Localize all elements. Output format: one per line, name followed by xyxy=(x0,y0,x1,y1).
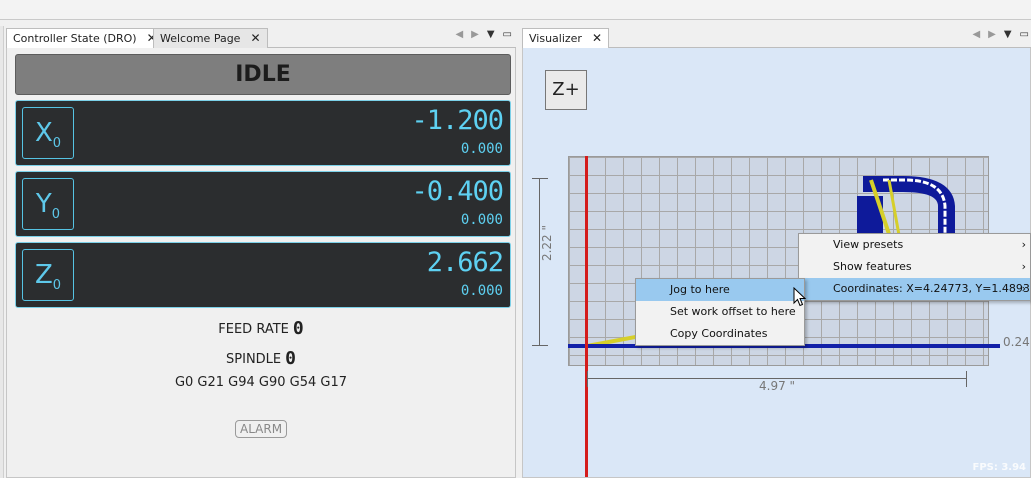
height-dimension-line xyxy=(532,178,548,346)
axis-index: 0 xyxy=(52,136,62,151)
z-plus-view-button[interactable]: Z+ xyxy=(545,70,587,110)
axis-letter: Z xyxy=(34,260,53,290)
axis-x-machine-position: -1.200 xyxy=(411,105,504,136)
tab-label: Controller State (DRO) xyxy=(13,32,137,45)
menu-item-view-presets[interactable]: View presets › xyxy=(799,234,1030,256)
visualizer-context-menu: View presets › Show features › Coordinates… xyxy=(798,233,1031,301)
alarm-badge: ALARM xyxy=(235,420,288,438)
menu-item-label: Show features xyxy=(833,260,912,273)
close-icon[interactable]: ✕ xyxy=(592,31,602,45)
scroll-left-icon[interactable]: ◀ xyxy=(455,29,463,40)
axis-row-z: Z0 2.662 0.000 xyxy=(15,242,511,308)
panel-menu-icon[interactable]: ▼ xyxy=(487,29,495,40)
left-tab-bar: Controller State (DRO) ✕ Welcome Page ✕ ◀ ▶… xyxy=(6,26,516,49)
axis-index: 0 xyxy=(51,207,61,222)
scroll-left-icon[interactable]: ◀ xyxy=(972,29,980,40)
right-dimension-label: 0.24 xyxy=(1003,335,1030,349)
axis-z-machine-position: 2.662 xyxy=(426,247,504,278)
left-gutter xyxy=(0,26,4,478)
axis-y-reset-button[interactable]: Y0 xyxy=(22,178,74,230)
mouse-cursor-icon xyxy=(793,287,807,307)
machine-state-badge: IDLE xyxy=(15,54,511,95)
axis-index: 0 xyxy=(52,278,62,293)
fps-counter: FPS: 3.94 xyxy=(972,462,1026,473)
axis-z-reset-button[interactable]: Z0 xyxy=(22,249,74,301)
feed-rate-value: 0 xyxy=(292,318,304,339)
tab-label: Visualizer xyxy=(529,32,582,45)
menu-item-label: View presets xyxy=(833,238,904,251)
right-tab-bar: Visualizer ✕ ◀ ▶ ▼ ▭ xyxy=(522,26,1031,49)
axis-row-x: X0 -1.200 0.000 xyxy=(15,100,511,166)
chevron-right-icon: › xyxy=(1021,238,1026,251)
chevron-right-icon: › xyxy=(1021,260,1026,273)
left-window-controls: ◀ ▶ ▼ ▭ xyxy=(447,29,512,45)
axis-y-machine-position: -0.400 xyxy=(411,176,504,207)
height-dimension-label: 2.22 " xyxy=(540,224,555,262)
width-dimension-label: 4.97 " xyxy=(759,379,796,393)
x-axis-line xyxy=(585,156,588,477)
scroll-right-icon[interactable]: ▶ xyxy=(471,29,479,40)
spindle-value: 0 xyxy=(285,348,296,369)
menu-item-copy-coordinates[interactable]: Copy Coordinates xyxy=(636,323,804,345)
tab-visualizer[interactable]: Visualizer ✕ xyxy=(522,28,610,49)
dro-body: IDLE X0 -1.200 0.000 Y0 -0.400 0.000 Z0 … xyxy=(6,48,516,478)
top-strip xyxy=(0,0,1031,20)
menu-item-jog-to-here[interactable]: Jog to here xyxy=(636,279,804,301)
controller-state-panel: Controller State (DRO) ✕ Welcome Page ✕ ◀ ▶… xyxy=(6,26,516,478)
maximize-icon[interactable]: ▭ xyxy=(1020,29,1029,40)
feed-rate-label: FEED RATE xyxy=(218,322,289,337)
coordinates-submenu: Jog to here Set work offset to here Copy… xyxy=(635,278,805,346)
maximize-icon[interactable]: ▭ xyxy=(503,29,512,40)
axis-letter: Y xyxy=(35,189,52,219)
spindle-row: SPINDLE 0 xyxy=(7,348,515,369)
tab-welcome-page[interactable]: Welcome Page ✕ xyxy=(153,28,268,48)
feed-rate-row: FEED RATE 0 xyxy=(7,318,515,339)
scroll-right-icon[interactable]: ▶ xyxy=(988,29,996,40)
menu-item-coordinates[interactable]: Coordinates: X=4.24773, Y=1.4893 › xyxy=(799,278,1030,300)
tab-label: Welcome Page xyxy=(160,32,241,45)
right-window-controls: ◀ ▶ ▼ ▭ xyxy=(964,29,1029,45)
axis-x-work-position: 0.000 xyxy=(460,141,503,157)
menu-item-set-work-offset[interactable]: Set work offset to here xyxy=(636,301,804,323)
axis-letter: X xyxy=(34,118,53,148)
gcode-state-text: G0 G21 G94 G90 G54 G17 xyxy=(174,375,348,390)
axis-y-work-position: 0.000 xyxy=(460,212,503,228)
axis-z-work-position: 0.000 xyxy=(460,283,503,299)
axis-x-reset-button[interactable]: X0 xyxy=(22,107,74,159)
menu-item-show-features[interactable]: Show features › xyxy=(799,256,1030,278)
menu-item-label: Coordinates: X=4.24773, Y=1.4893 xyxy=(833,282,1030,295)
tab-controller-state[interactable]: Controller State (DRO) ✕ xyxy=(6,28,164,49)
axis-row-y: Y0 -0.400 0.000 xyxy=(15,171,511,237)
chevron-right-icon: › xyxy=(1021,282,1026,295)
spindle-label: SPINDLE xyxy=(226,352,282,367)
panel-menu-icon[interactable]: ▼ xyxy=(1004,29,1012,40)
close-icon[interactable]: ✕ xyxy=(250,31,260,45)
